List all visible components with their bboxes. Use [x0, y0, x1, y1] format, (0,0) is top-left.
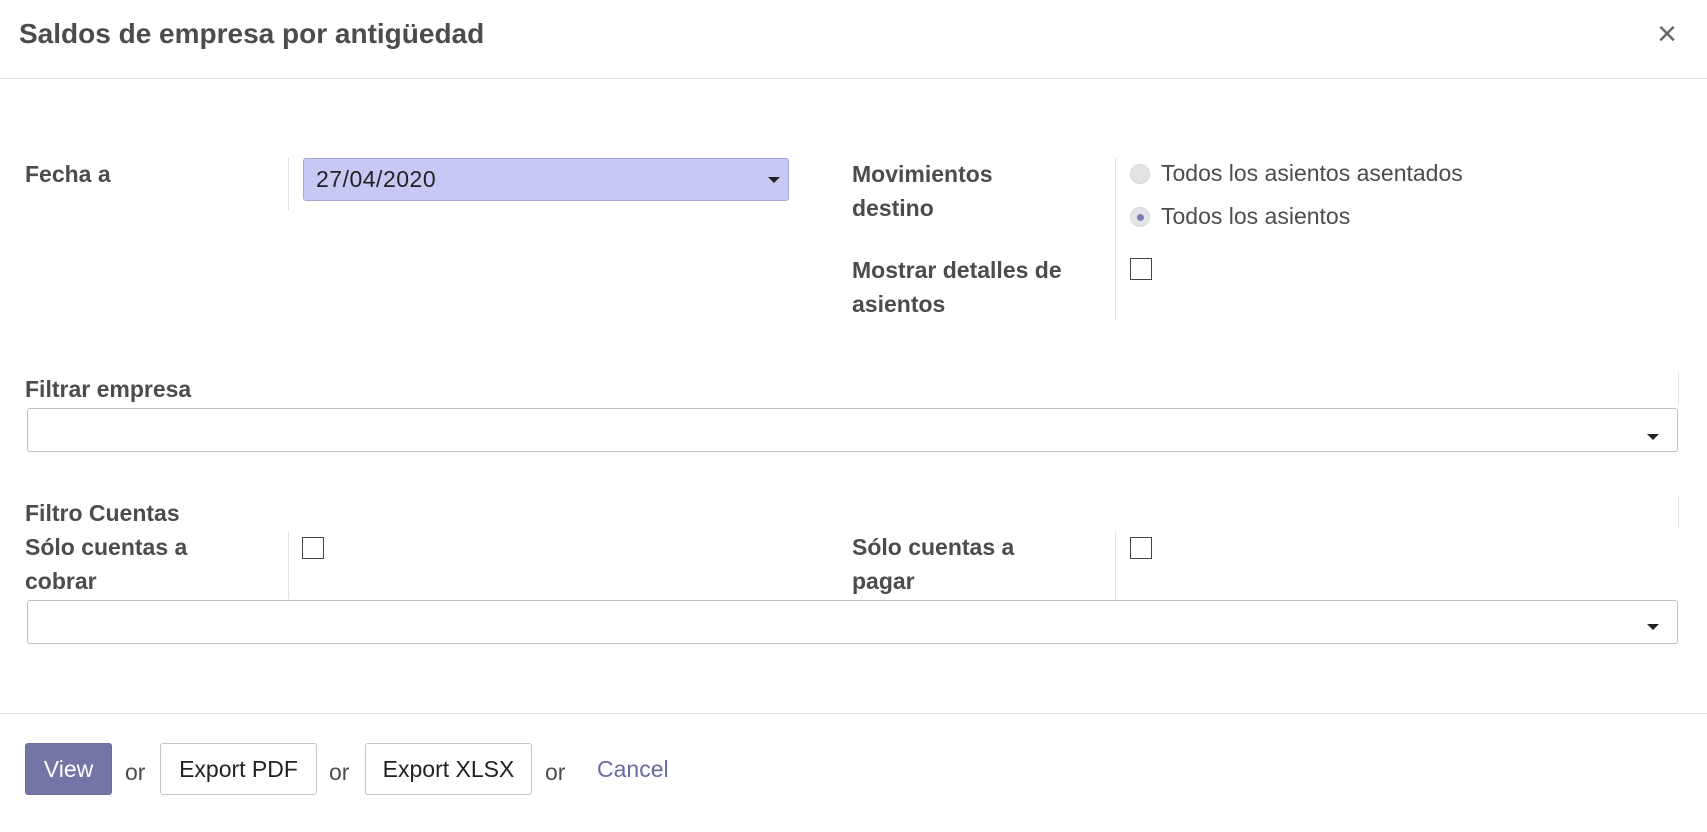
or-text: or: [545, 759, 566, 785]
radio-selected-dot: [1137, 214, 1144, 221]
separator: [1678, 372, 1679, 405]
movimientos-label-line1: Movimientos: [852, 161, 993, 187]
caret-down-icon: [1647, 434, 1659, 440]
mostrar-detalles-checkbox[interactable]: [1130, 258, 1152, 280]
solo-cobrar-label-line2: cobrar: [25, 568, 97, 594]
filtro-cuentas-label: Filtro Cuentas: [25, 500, 180, 526]
footer-divider: [0, 713, 1707, 714]
separator: [1115, 158, 1116, 321]
view-button[interactable]: View: [25, 743, 112, 795]
caret-down-icon: [768, 177, 780, 183]
or-text: or: [329, 759, 350, 785]
separator: [1115, 531, 1116, 599]
solo-pagar-label: Sólo cuentas a pagar: [852, 530, 1014, 598]
caret-down-icon: [1647, 624, 1659, 630]
solo-pagar-label-line1: Sólo cuentas a: [852, 534, 1015, 560]
dialog-title: Saldos de empresa por antigüedad: [19, 18, 485, 49]
radio-todos-asentados[interactable]: [1130, 164, 1150, 184]
separator: [288, 158, 289, 210]
movimientos-label-line2: destino: [852, 195, 934, 221]
fecha-label: Fecha a: [25, 161, 111, 187]
export-pdf-button[interactable]: Export PDF: [160, 743, 317, 795]
solo-cobrar-label-line1: Sólo cuentas a: [25, 534, 188, 560]
solo-pagar-checkbox[interactable]: [1130, 537, 1152, 559]
date-to-input[interactable]: 27/04/2020: [303, 158, 789, 201]
close-icon[interactable]: ×: [1647, 14, 1687, 54]
or-text: or: [125, 759, 146, 785]
filtrar-empresa-select[interactable]: [27, 408, 1678, 452]
dialog-header: Saldos de empresa por antigüedad ×: [0, 0, 1707, 79]
movimientos-label: Movimientos destino: [852, 157, 993, 225]
mostrar-detalles-label-line2: asientos: [852, 291, 946, 317]
mostrar-detalles-label: Mostrar detalles de asientos: [852, 253, 1062, 321]
cancel-link[interactable]: Cancel: [597, 756, 669, 783]
separator: [288, 531, 289, 599]
cuentas-select[interactable]: [27, 600, 1678, 644]
date-to-value: 27/04/2020: [316, 166, 437, 192]
radio-todos-asientos-label[interactable]: Todos los asientos: [1161, 203, 1350, 230]
filtrar-empresa-label: Filtrar empresa: [25, 376, 192, 402]
radio-todos-asentados-label[interactable]: Todos los asientos asentados: [1161, 160, 1463, 187]
solo-cobrar-checkbox[interactable]: [302, 537, 324, 559]
solo-cobrar-label: Sólo cuentas a cobrar: [25, 530, 187, 598]
mostrar-detalles-label-line1: Mostrar detalles de: [852, 257, 1062, 283]
separator: [1678, 496, 1679, 529]
export-xlsx-button[interactable]: Export XLSX: [365, 743, 532, 795]
solo-pagar-label-line2: pagar: [852, 568, 915, 594]
radio-todos-asientos[interactable]: [1130, 207, 1150, 227]
